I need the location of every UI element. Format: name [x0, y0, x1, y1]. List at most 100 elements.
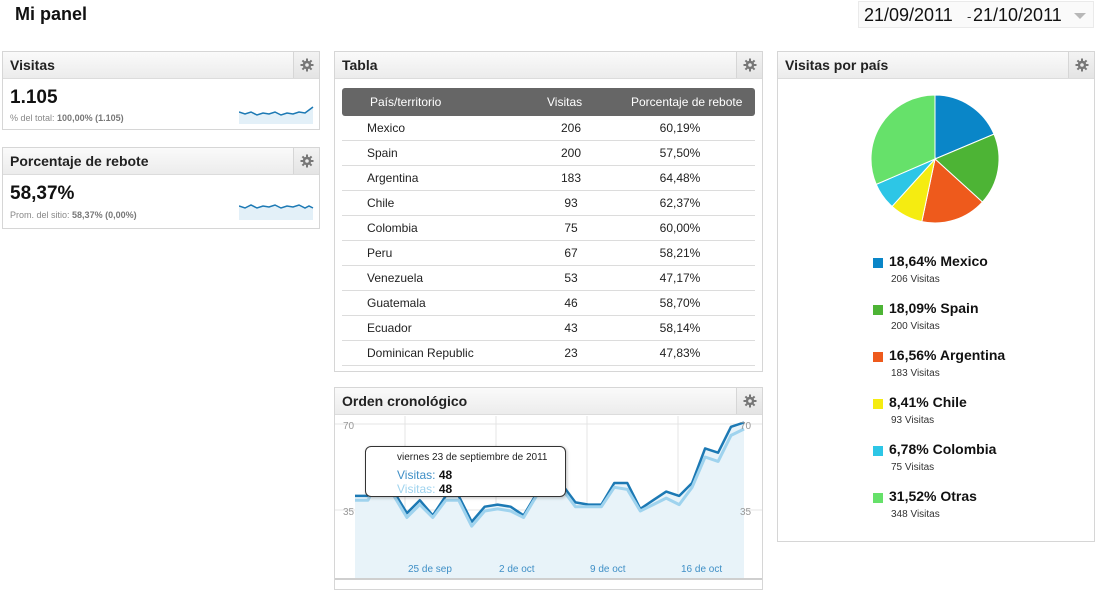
y-tick-label-right: 35 — [740, 507, 752, 518]
page-title: Mi panel — [15, 4, 88, 24]
table-widget: Tabla País/territorio Visitas Porcentaje… — [334, 51, 763, 372]
legend-percent: 18,64% — [889, 253, 937, 269]
widget-header: Orden cronológico — [335, 388, 762, 415]
gear-icon[interactable] — [736, 388, 762, 414]
cell-country[interactable]: Venezuela — [367, 271, 423, 285]
widget-title: Orden cronológico — [342, 393, 468, 409]
table-row[interactable]: Guatemala 46 58,70% — [342, 291, 755, 316]
pie-chart[interactable] — [868, 92, 1003, 227]
cell-bounce: 57,50% — [659, 146, 701, 160]
legend-count: 183 Visitas — [891, 368, 940, 379]
cell-country[interactable]: Spain — [367, 146, 398, 160]
gear-icon[interactable] — [293, 52, 319, 78]
bounce-sparkline — [239, 204, 314, 220]
cell-country[interactable]: Mexico — [367, 121, 405, 135]
widget-header: Visitas — [3, 52, 319, 79]
visits-sub-value: 100,00% (1.105) — [57, 113, 124, 123]
cell-country[interactable]: Dominican Republic — [367, 346, 474, 360]
visits-value: 1.105 — [10, 87, 58, 108]
widget-title: Tabla — [342, 57, 378, 73]
x-tick-label: 25 de sep — [408, 564, 452, 575]
cell-visits: 23 — [564, 346, 578, 360]
widget-header: Tabla — [335, 52, 762, 79]
legend-country: Spain — [940, 300, 979, 316]
legend-country: Argentina — [939, 347, 1006, 363]
tooltip-date: viernes 23 de septiembre de 2011 — [397, 452, 548, 463]
chevron-down-icon[interactable] — [1074, 13, 1086, 19]
cell-bounce: 47,17% — [659, 271, 701, 285]
x-tick-label: 9 de oct — [590, 564, 626, 575]
cell-visits: 206 — [560, 121, 582, 135]
legend-count: 93 Visitas — [891, 415, 935, 426]
table-row[interactable]: Dominican Republic 23 47,83% — [342, 341, 755, 366]
cell-country[interactable]: Colombia — [367, 221, 418, 235]
cell-country[interactable]: Chile — [367, 196, 394, 210]
visits-sub-label: % del total: — [10, 113, 55, 123]
cell-bounce: 47,83% — [659, 346, 701, 360]
tooltip-label-2: Visitas: — [397, 482, 436, 496]
widget-title: Visitas por país — [785, 57, 889, 73]
cell-country[interactable]: Peru — [367, 246, 392, 260]
y-tick-label: 70 — [343, 421, 355, 432]
date-end: 21/10/2011 — [973, 5, 1062, 25]
tooltip-row-1: Visitas: 48 — [397, 468, 452, 482]
legend-label: 8,41% Chile — [889, 394, 967, 410]
legend-label: 31,52% Otras — [889, 488, 977, 504]
legend-percent: 16,56% — [889, 347, 937, 363]
table-row[interactable]: Argentina 183 64,48% — [342, 166, 755, 191]
table-row[interactable]: Spain 200 57,50% — [342, 141, 755, 166]
table-row[interactable]: Ecuador 43 58,14% — [342, 316, 755, 341]
bounce-sub-label: Prom. del sitio: — [10, 210, 70, 220]
cell-visits: 46 — [564, 296, 578, 310]
cell-bounce: 60,19% — [659, 121, 701, 135]
tooltip-value-1: 48 — [438, 468, 453, 482]
table-row[interactable]: Mexico 206 60,19% — [342, 116, 755, 141]
tooltip-row-2: Visitas: 48 — [397, 482, 452, 496]
y-tick-label-right: 70 — [740, 421, 752, 432]
cell-country[interactable]: Ecuador — [367, 321, 412, 335]
cell-visits: 75 — [564, 221, 578, 235]
gear-icon[interactable] — [1068, 52, 1094, 78]
gear-icon[interactable] — [736, 52, 762, 78]
table-header: País/territorio Visitas Porcentaje de re… — [342, 88, 755, 116]
date-separator: - — [967, 9, 972, 24]
legend-count: 200 Visitas — [891, 321, 940, 332]
cell-country[interactable]: Guatemala — [367, 296, 426, 310]
bounce-value: 58,37% — [10, 183, 75, 204]
legend-count: 348 Visitas — [891, 509, 940, 520]
x-tick-label: 2 de oct — [499, 564, 535, 575]
widget-title: Visitas — [10, 57, 55, 73]
x-tick-label: 16 de oct — [681, 564, 722, 575]
gear-icon[interactable] — [293, 148, 319, 174]
col-header-country[interactable]: País/territorio — [370, 95, 441, 109]
legend-country: Colombia — [932, 441, 997, 457]
cell-bounce: 64,48% — [659, 171, 701, 185]
legend-percent: 6,78% — [889, 441, 929, 457]
bounce-rate-widget: Porcentaje de rebote 58,37% Prom. del si… — [2, 147, 320, 229]
col-header-bounce[interactable]: Porcentaje de rebote — [631, 95, 742, 109]
legend-country: Chile — [932, 394, 967, 410]
table-row[interactable]: Colombia 75 60,00% — [342, 216, 755, 241]
cell-bounce: 60,00% — [659, 221, 701, 235]
legend-percent: 31,52% — [889, 488, 937, 504]
widget-title: Porcentaje de rebote — [10, 153, 149, 169]
cell-bounce: 62,37% — [659, 196, 701, 210]
tooltip-label-1: Visitas: — [397, 468, 436, 482]
legend-percent: 18,09% — [889, 300, 937, 316]
cell-visits: 67 — [564, 246, 578, 260]
cell-visits: 93 — [564, 196, 578, 210]
col-header-visits[interactable]: Visitas — [547, 95, 582, 109]
legend-percent: 8,41% — [889, 394, 929, 410]
tooltip-value-2: 48 — [438, 482, 453, 496]
visits-widget: Visitas 1.105 % del total: 100,00% (1.10… — [2, 51, 320, 130]
legend-swatch — [873, 352, 883, 362]
table-row[interactable]: Venezuela 53 47,17% — [342, 266, 755, 291]
cell-country[interactable]: Argentina — [367, 171, 418, 185]
timeline-chart[interactable]: 70 70 35 35 25 de sep 2 de oct 9 de oct 16 de o… — [335, 416, 762, 589]
date-range-picker[interactable]: 21/09/2011 - 21/10/2011 — [858, 1, 1094, 28]
table-row[interactable]: Chile 93 62,37% — [342, 191, 755, 216]
cell-bounce: 58,21% — [659, 246, 701, 260]
cell-bounce: 58,14% — [659, 321, 701, 335]
legend-swatch — [873, 305, 883, 315]
table-row[interactable]: Peru 67 58,21% — [342, 241, 755, 266]
